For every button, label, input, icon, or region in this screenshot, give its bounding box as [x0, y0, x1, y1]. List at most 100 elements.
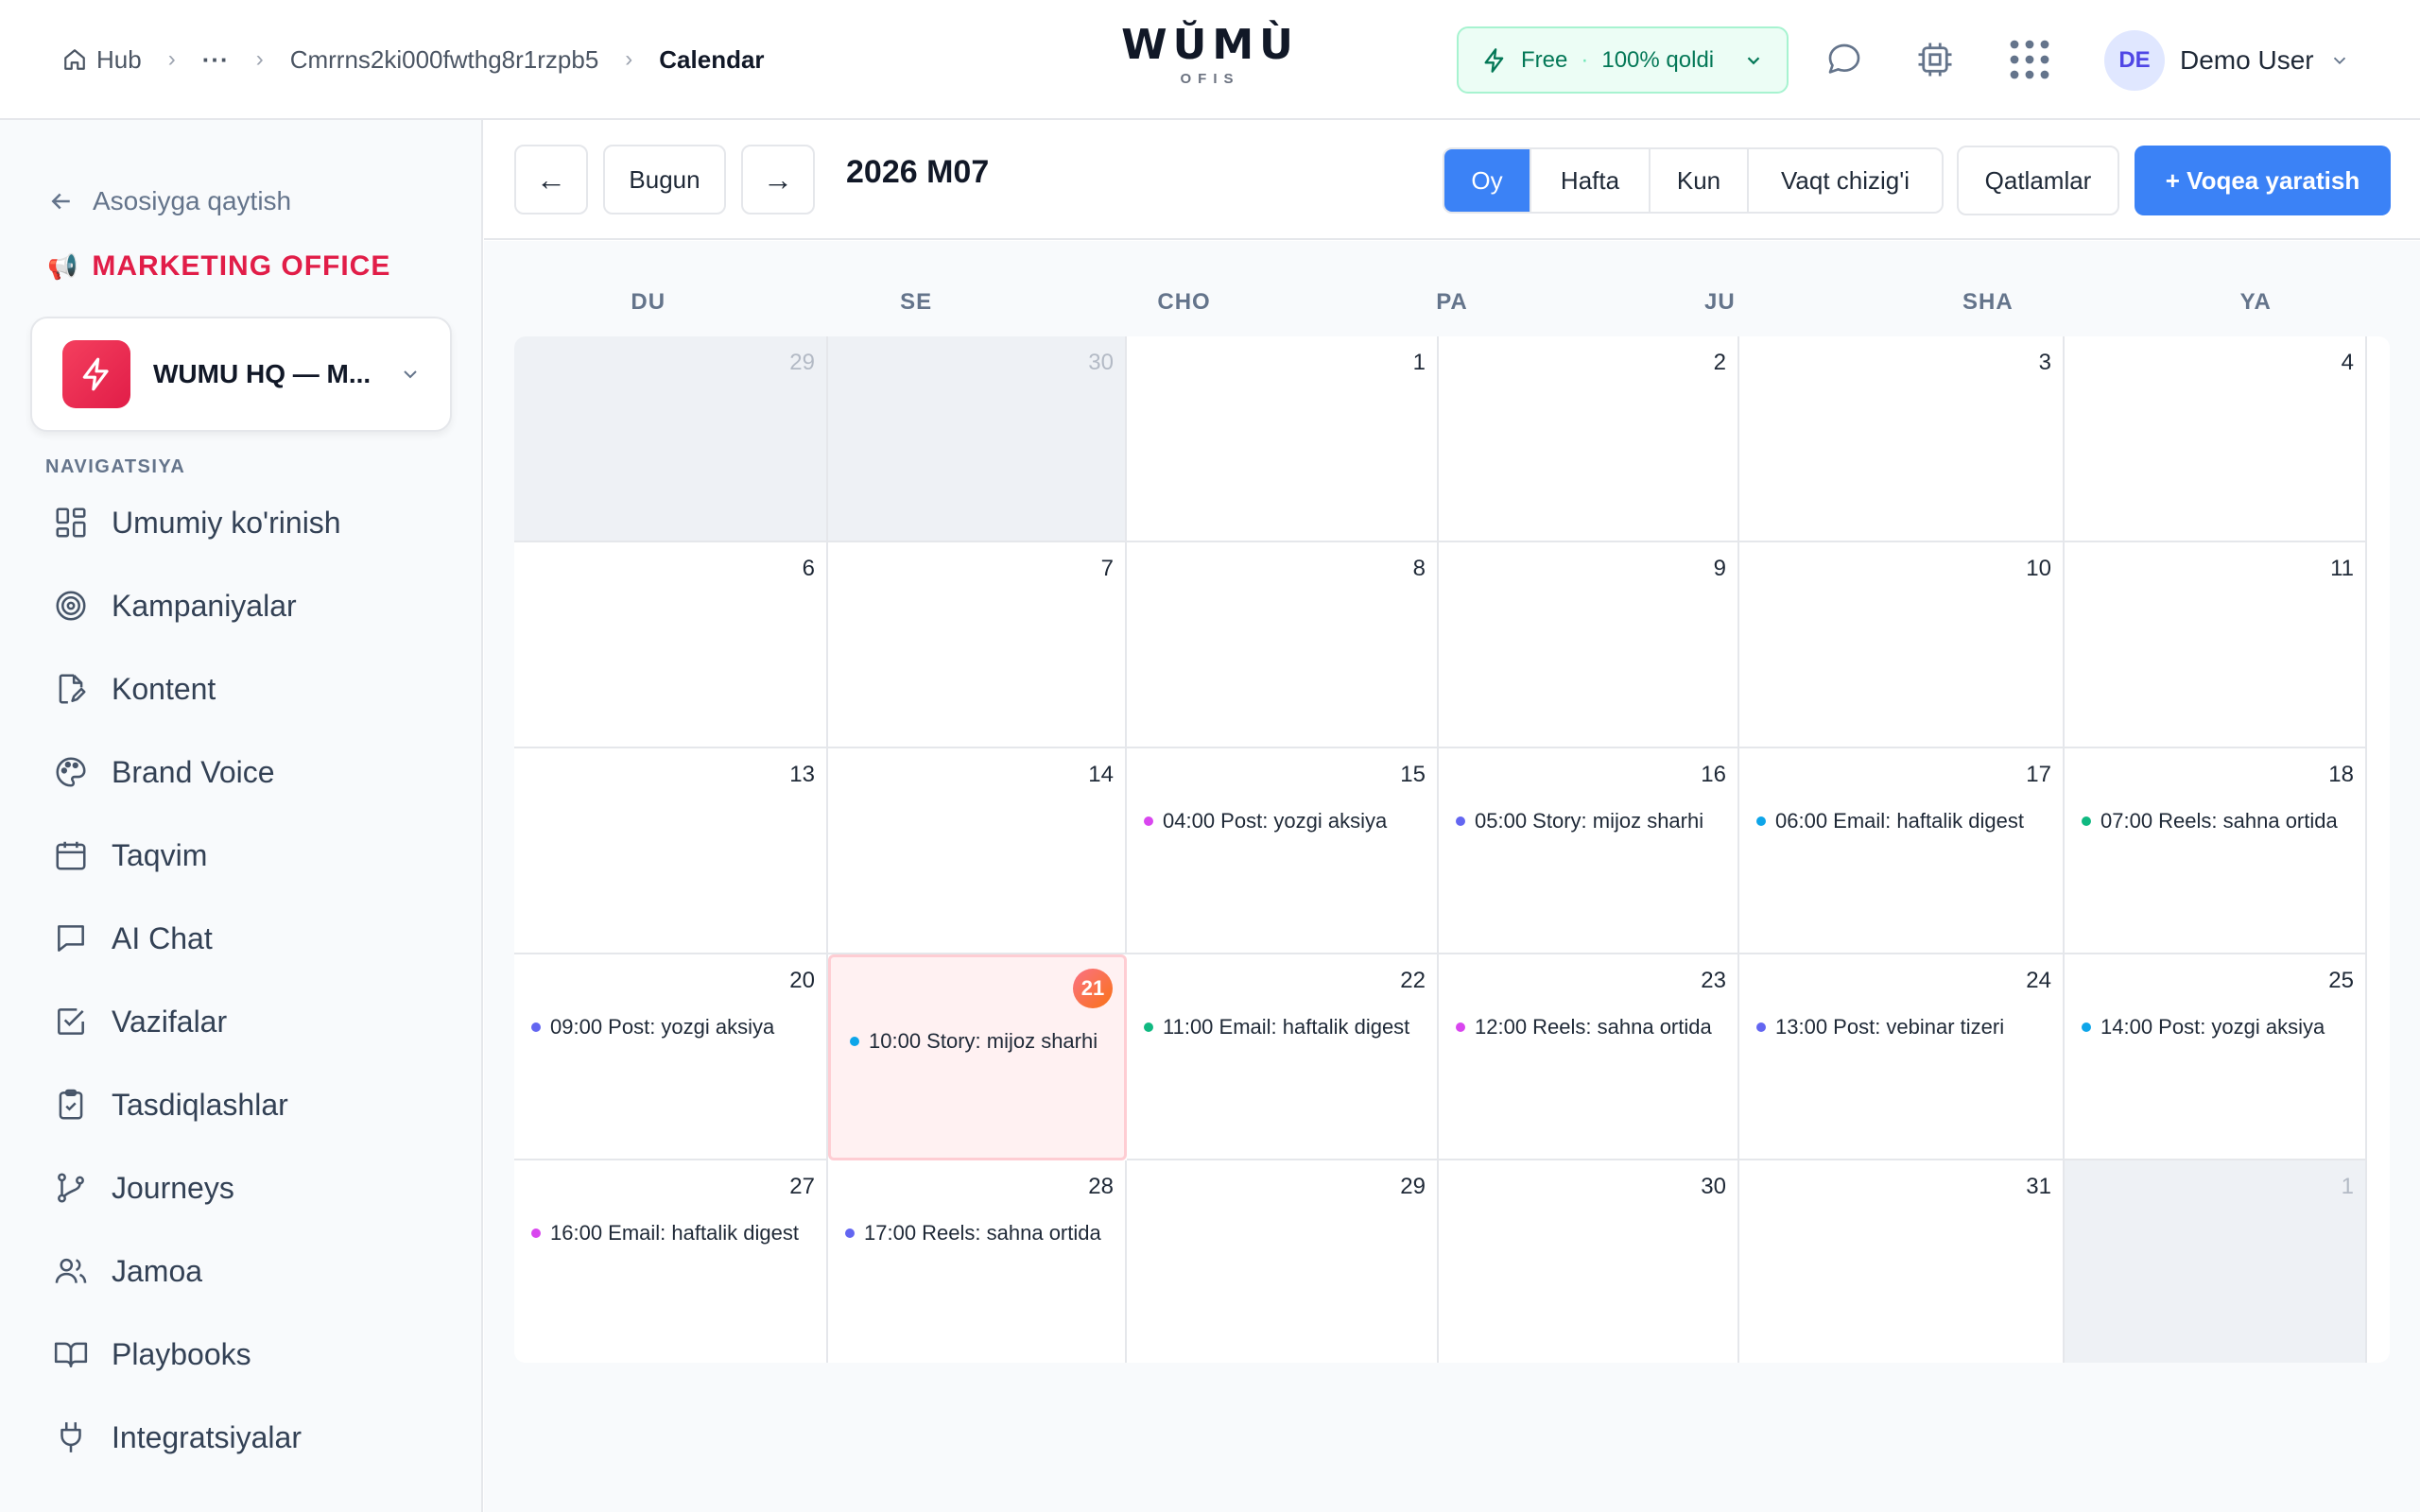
- event-label: 05:00 Story: mijoz sharhi: [1475, 809, 1704, 833]
- view-month[interactable]: Oy: [1444, 149, 1530, 212]
- day-cell[interactable]: 14: [828, 748, 1127, 954]
- day-cell[interactable]: 10: [1739, 542, 2065, 748]
- day-cell[interactable]: 20 09:00 Post: yozgi aksiya: [514, 954, 828, 1160]
- calendar-event[interactable]: 12:00 Reels: sahna ortida: [1456, 1015, 1730, 1040]
- view-week[interactable]: Hafta: [1530, 149, 1649, 212]
- plan-badge[interactable]: Free · 100% qoldi: [1457, 26, 1789, 94]
- sidebar-item-team[interactable]: Jamoa: [0, 1229, 483, 1313]
- day-cell[interactable]: 22 11:00 Email: haftalik digest: [1127, 954, 1439, 1160]
- day-number: 11: [2330, 556, 2354, 581]
- calendar-event[interactable]: 05:00 Story: mijoz sharhi: [1456, 809, 1730, 833]
- back-link[interactable]: Asosiyga qaytish: [47, 186, 291, 216]
- breadcrumb-hub[interactable]: Hub: [62, 45, 142, 75]
- calendar-event[interactable]: 09:00 Post: yozgi aksiya: [531, 1015, 819, 1040]
- calendar-event[interactable]: 11:00 Email: haftalik digest: [1144, 1015, 1429, 1040]
- user-menu[interactable]: DE Demo User: [2104, 28, 2350, 93]
- sidebar: Asosiyga qaytish 📢 MARKETING OFFICE WUMU…: [0, 120, 483, 1512]
- day-cell[interactable]: 4: [2065, 336, 2367, 542]
- day-cell[interactable]: 30: [828, 336, 1127, 542]
- breadcrumb-workspace[interactable]: Cmrrns2ki000fwthg8r1rzpb5: [290, 45, 599, 75]
- sidebar-item-calendar[interactable]: Taqvim: [0, 814, 483, 897]
- day-cell-today[interactable]: 21 10:00 Story: mijoz sharhi: [828, 954, 1127, 1160]
- day-cell[interactable]: 13: [514, 748, 828, 954]
- calendar-icon: [56, 841, 86, 870]
- calendar-event[interactable]: 06:00 Email: haftalik digest: [1756, 809, 2055, 833]
- weekday-label: SHA: [1962, 289, 2014, 315]
- cpu-button[interactable]: [1911, 36, 1959, 83]
- day-cell[interactable]: 6: [514, 542, 828, 748]
- create-event-button[interactable]: + Voqea yaratish: [2135, 146, 2391, 215]
- day-cell[interactable]: 28 17:00 Reels: sahna ortida: [828, 1160, 1127, 1363]
- event-color-dot: [531, 1228, 541, 1238]
- calendar-event[interactable]: 07:00 Reels: sahna ortida: [2082, 809, 2358, 833]
- day-cell[interactable]: 24 13:00 Post: vebinar tizeri: [1739, 954, 2065, 1160]
- day-cell[interactable]: 3: [1739, 336, 2065, 542]
- sidebar-item-tasks[interactable]: Vazifalar: [0, 980, 483, 1063]
- sidebar-item-label: Vazifalar: [112, 1004, 228, 1039]
- sidebar-item-campaigns[interactable]: Kampaniyalar: [0, 564, 483, 647]
- app-logo[interactable]: WŬMÙ OFIS: [1115, 21, 1305, 87]
- day-cell[interactable]: 16 05:00 Story: mijoz sharhi: [1439, 748, 1739, 954]
- sidebar-item-overview[interactable]: Umumiy ko'rinish: [0, 481, 483, 564]
- sidebar-item-journeys[interactable]: Journeys: [0, 1146, 483, 1229]
- calendar-event[interactable]: 14:00 Post: yozgi aksiya: [2082, 1015, 2358, 1040]
- view-timeline[interactable]: Vaqt chizig'i: [1747, 149, 1942, 212]
- dashboard-icon: [56, 507, 86, 538]
- next-month-button[interactable]: →: [741, 145, 815, 215]
- day-cell[interactable]: 9: [1439, 542, 1739, 748]
- day-cell[interactable]: 31: [1739, 1160, 2065, 1363]
- day-cell[interactable]: 23 12:00 Reels: sahna ortida: [1439, 954, 1739, 1160]
- sidebar-item-label: Tasdiqlashlar: [112, 1087, 288, 1122]
- apps-button[interactable]: [2006, 36, 2053, 83]
- breadcrumb-ellipsis[interactable]: ···: [202, 45, 230, 75]
- calendar-event[interactable]: 17:00 Reels: sahna ortida: [845, 1221, 1117, 1246]
- calendar-event[interactable]: 10:00 Story: mijoz sharhi: [850, 1029, 1116, 1054]
- sidebar-item-playbooks[interactable]: Playbooks: [0, 1313, 483, 1396]
- view-day[interactable]: Kun: [1649, 149, 1747, 212]
- lightning-icon: [1484, 47, 1504, 73]
- chat-button[interactable]: [1821, 36, 1868, 83]
- day-cell[interactable]: 11: [2065, 542, 2367, 748]
- day-cell[interactable]: 2: [1439, 336, 1739, 542]
- sidebar-item-brand-voice[interactable]: Brand Voice: [0, 730, 483, 814]
- today-button[interactable]: Bugun: [603, 145, 726, 215]
- calendar-event[interactable]: 13:00 Post: vebinar tizeri: [1756, 1015, 2055, 1040]
- day-cell[interactable]: 29: [1127, 1160, 1439, 1363]
- event-label: 16:00 Email: haftalik digest: [550, 1221, 799, 1245]
- target-icon: [56, 591, 86, 621]
- day-cell[interactable]: 15 04:00 Post: yozgi aksiya: [1127, 748, 1439, 954]
- day-cell[interactable]: 30: [1439, 1160, 1739, 1363]
- day-cell[interactable]: 29: [514, 336, 828, 542]
- day-number: 14: [1088, 762, 1114, 787]
- calendar-toolbar: ← Bugun → 2026 M07 Oy Hafta Kun Vaqt chi…: [484, 121, 2420, 240]
- weekday-label: JU: [1704, 289, 1736, 315]
- day-cell[interactable]: 7: [828, 542, 1127, 748]
- day-cell[interactable]: 17 06:00 Email: haftalik digest: [1739, 748, 2065, 954]
- weekday-label: CHO: [1157, 289, 1211, 315]
- day-cell[interactable]: 18 07:00 Reels: sahna ortida: [2065, 748, 2367, 954]
- chevron-right-icon: ›: [167, 46, 176, 72]
- day-cell[interactable]: 1: [2065, 1160, 2367, 1363]
- sidebar-item-label: Brand Voice: [112, 754, 275, 789]
- day-cell[interactable]: 8: [1127, 542, 1439, 748]
- sidebar-item-content[interactable]: Kontent: [0, 647, 483, 730]
- chat-bubble-icon: [1828, 43, 1860, 74]
- day-number: 13: [789, 762, 815, 787]
- day-cell[interactable]: 25 14:00 Post: yozgi aksiya: [2065, 954, 2367, 1160]
- day-cell[interactable]: 1: [1127, 336, 1439, 542]
- sidebar-item-ai-chat[interactable]: AI Chat: [0, 897, 483, 980]
- workspace-badge: [62, 340, 130, 408]
- prev-month-button[interactable]: ←: [514, 145, 588, 215]
- sidebar-item-label: AI Chat: [112, 920, 213, 955]
- layers-button[interactable]: Qatlamlar: [1957, 146, 2119, 215]
- calendar-event[interactable]: 16:00 Email: haftalik digest: [531, 1221, 819, 1246]
- workspace-switcher[interactable]: WUMU HQ — M...: [30, 317, 452, 432]
- calendar-event[interactable]: 04:00 Post: yozgi aksiya: [1144, 809, 1429, 833]
- event-label: 12:00 Reels: sahna ortida: [1475, 1015, 1712, 1039]
- day-number: 6: [802, 556, 815, 581]
- sidebar-item-approvals[interactable]: Tasdiqlashlar: [0, 1063, 483, 1146]
- sidebar-item-integrations[interactable]: Integratsiyalar: [0, 1396, 483, 1479]
- day-cell[interactable]: 27 16:00 Email: haftalik digest: [514, 1160, 828, 1363]
- event-color-dot: [2082, 816, 2091, 826]
- sidebar-item-label: Journeys: [112, 1170, 234, 1205]
